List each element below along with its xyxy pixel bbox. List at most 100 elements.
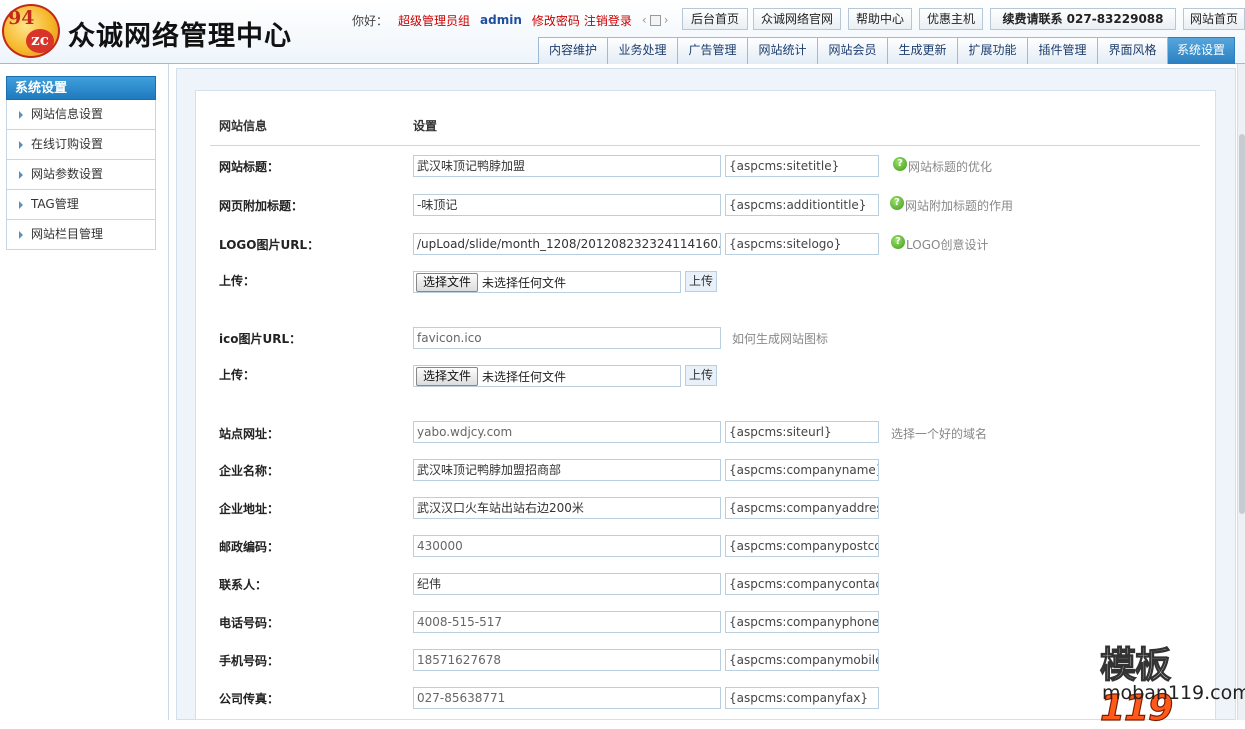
tab-business[interactable]: 业务处理 <box>608 37 678 64</box>
sidebar-item-columns[interactable]: 网站栏目管理 <box>6 220 156 250</box>
logo-file-picker[interactable]: 选择文件 未选择任何文件 <box>413 271 681 293</box>
company-name-label: 企业名称： <box>219 464 280 478</box>
sidebar-item-label: 网站参数设置 <box>31 167 104 181</box>
sidebar-item-label: 网站信息设置 <box>31 107 104 121</box>
postcode-input[interactable]: 430000 <box>413 535 721 557</box>
contact-tag[interactable]: {aspcms:companycontact} <box>725 573 879 595</box>
choose-file-button[interactable]: 选择文件 <box>416 366 479 386</box>
logo-url-input[interactable]: /upLoad/slide/month_1208/201208232324114… <box>413 233 721 255</box>
tab-themes[interactable]: 界面风格 <box>1098 37 1168 64</box>
addition-title-input[interactable]: -味顶记 <box>413 194 721 216</box>
sidebar-item-online-order[interactable]: 在线订购设置 <box>6 130 156 160</box>
help-center-button[interactable]: 帮助中心 <box>848 8 912 30</box>
site-title-label: 网站标题： <box>219 160 280 174</box>
question-circle-icon: ? <box>890 195 904 210</box>
site-url-hint[interactable]: 选择一个好的域名 <box>891 425 987 442</box>
header-divider <box>210 145 1200 146</box>
company-address-tag[interactable]: {aspcms:companyaddress} <box>725 497 879 519</box>
user-bar: 你好： 超级管理员组 admin 修改密码 注销登录 ‹ › <box>352 11 669 29</box>
site-title-hint[interactable]: ? 网站标题的优化 <box>893 156 992 175</box>
logo-upload-label: 上传： <box>219 274 256 288</box>
site-url-tag[interactable]: {aspcms:siteurl} <box>725 421 879 443</box>
watermark: 模板119 moban119.com <box>1099 636 1245 729</box>
logo: 94 zc <box>2 4 62 58</box>
logo-url-label: LOGO图片URL： <box>219 238 320 252</box>
tab-stats[interactable]: 网站统计 <box>748 37 818 64</box>
question-circle-icon: ? <box>891 234 905 249</box>
ico-upload-button[interactable]: 上传 <box>685 365 717 386</box>
addition-title-tag[interactable]: {aspcms:additiontitle} <box>725 194 879 216</box>
site-title-tag[interactable]: {aspcms:sitetitle} <box>725 155 879 177</box>
company-name-input[interactable]: 武汉味顶记鸭脖加盟招商部 <box>413 459 721 481</box>
change-password-link[interactable]: 修改密码 <box>532 12 580 29</box>
sidebar-item-site-params[interactable]: 网站参数设置 <box>6 160 156 190</box>
greeting: 你好： <box>352 13 389 28</box>
phone-input[interactable]: 4008-515-517 <box>413 611 721 633</box>
sidebar-item-site-info[interactable]: 网站信息设置 <box>6 100 156 130</box>
no-file-text: 未选择任何文件 <box>482 275 567 290</box>
sidebar-item-tag[interactable]: TAG管理 <box>6 190 156 220</box>
tab-members[interactable]: 网站会员 <box>818 37 888 64</box>
ico-file-picker[interactable]: 选择文件 未选择任何文件 <box>413 365 681 387</box>
official-site-button[interactable]: 众诚网络官网 <box>753 8 841 30</box>
no-file-text: 未选择任何文件 <box>482 369 567 384</box>
postcode-tag[interactable]: {aspcms:companypostcode} <box>725 535 879 557</box>
site-title: 众诚网络管理中心 <box>68 21 292 52</box>
logo-url-hint[interactable]: ? LOGO创意设计 <box>891 234 988 253</box>
contact-label: 联系人： <box>219 578 268 592</box>
renewal-contact-button[interactable]: 续费请联系 027-83229088 <box>990 8 1176 30</box>
ico-url-hint[interactable]: 如何生成网站图标 <box>732 330 828 347</box>
mobile-input[interactable]: 18571627678 <box>413 649 721 671</box>
fax-label: 公司传真： <box>219 692 280 706</box>
arrow-left-icon[interactable]: ‹ <box>642 13 647 27</box>
site-url-input[interactable]: yabo.wdjcy.com <box>413 421 721 443</box>
site-home-button[interactable]: 网站首页 <box>1183 8 1245 30</box>
addition-title-label: 网页附加标题： <box>219 199 304 213</box>
company-address-input[interactable]: 武汉汉口火车站出站右边200米 <box>413 497 721 519</box>
admin-home-button[interactable]: 后台首页 <box>682 8 748 30</box>
choose-file-button[interactable]: 选择文件 <box>416 272 479 292</box>
logo-upload-button[interactable]: 上传 <box>685 271 717 292</box>
fax-tag[interactable]: {aspcms:companyfax} <box>725 687 879 709</box>
tab-extensions[interactable]: 扩展功能 <box>958 37 1028 64</box>
tab-ads[interactable]: 广告管理 <box>678 37 748 64</box>
discount-host-button[interactable]: 优惠主机 <box>919 8 983 30</box>
company-name-tag[interactable]: {aspcms:companyname} <box>725 459 879 481</box>
logo-url-tag[interactable]: {aspcms:sitelogo} <box>725 233 879 255</box>
ico-url-label: ico图片URL： <box>219 332 302 346</box>
logout-link[interactable]: 注销登录 <box>584 12 632 29</box>
addition-title-hint[interactable]: ? 网站附加标题的作用 <box>890 195 1013 214</box>
tab-system-settings[interactable]: 系统设置 <box>1168 37 1235 64</box>
vertical-scrollbar[interactable] <box>1237 64 1245 720</box>
column-header-setting: 设置 <box>413 119 438 133</box>
contact-input[interactable]: 纪伟 <box>413 573 721 595</box>
sidebar-item-label: 在线订购设置 <box>31 137 104 151</box>
username: admin <box>480 13 522 27</box>
arrow-right-icon[interactable]: › <box>664 13 669 27</box>
header: 94 zc 众诚网络管理中心 你好： 超级管理员组 admin 修改密码 注销登… <box>0 0 1245 64</box>
tab-generate[interactable]: 生成更新 <box>888 37 958 64</box>
tab-content[interactable]: 内容维护 <box>538 37 608 64</box>
phone-label: 电话号码： <box>219 616 280 630</box>
divider <box>168 64 169 720</box>
triangle-right-icon <box>19 200 23 209</box>
triangle-right-icon <box>19 230 23 239</box>
main-nav: 内容维护 业务处理 广告管理 网站统计 网站会员 生成更新 扩展功能 插件管理 … <box>538 37 1235 64</box>
sidebar-item-label: TAG管理 <box>31 197 79 211</box>
ico-url-input[interactable]: favicon.ico <box>413 327 721 349</box>
triangle-right-icon <box>19 140 23 149</box>
fax-input[interactable]: 027-85638771 <box>413 687 721 709</box>
phone-tag[interactable]: {aspcms:companyphone} <box>725 611 879 633</box>
scrollbar-thumb[interactable] <box>1239 134 1245 514</box>
tab-plugins[interactable]: 插件管理 <box>1028 37 1098 64</box>
site-url-label: 站点网址： <box>219 427 280 441</box>
company-address-label: 企业地址： <box>219 502 280 516</box>
user-group: 超级管理员组 <box>398 13 471 28</box>
mobile-tag[interactable]: {aspcms:companymobile} <box>725 649 879 671</box>
window-icon[interactable] <box>649 14 661 26</box>
postcode-label: 邮政编码： <box>219 540 280 554</box>
logo-text-top: 94 <box>8 7 35 29</box>
column-header-info: 网站信息 <box>219 119 268 133</box>
site-title-input[interactable]: 武汉味顶记鸭脖加盟 <box>413 155 721 177</box>
sidebar: 系统设置 网站信息设置 在线订购设置 网站参数设置 TAG管理 网站栏目管理 <box>6 76 156 250</box>
